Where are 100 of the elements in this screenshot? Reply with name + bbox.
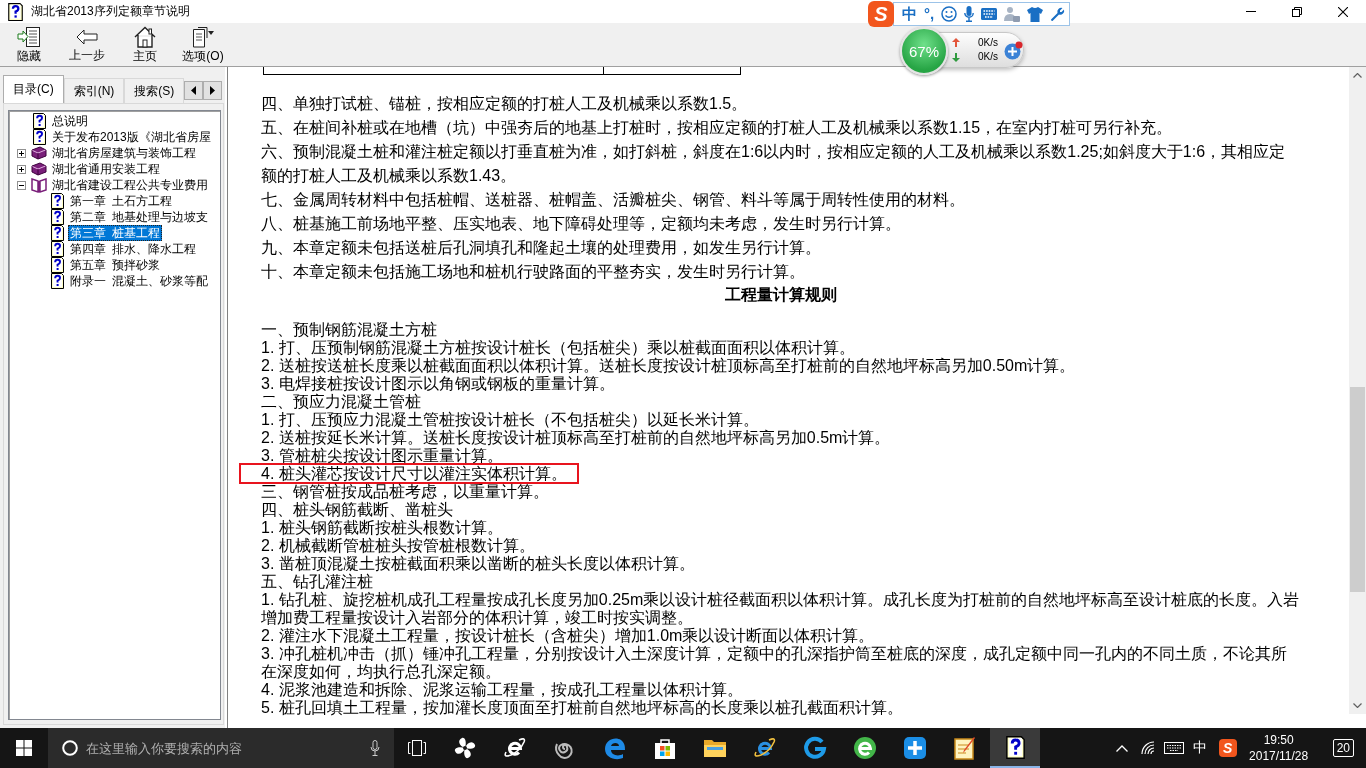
rule-line: 5. 桩孔回填土工程量，按加灌长度顶面至打桩前自然地坪标高的长度乘以桩孔截面积计算。 <box>261 699 904 717</box>
tab-scroll-left-button[interactable] <box>184 81 204 100</box>
notepad-icon <box>953 736 977 760</box>
search-field[interactable]: 在这里输入你要搜索的内容 <box>48 728 394 768</box>
open-book-icon <box>31 177 47 193</box>
tree-item[interactable]: 湖北省通用安装工程 <box>50 161 162 177</box>
chevron-up-icon <box>1353 73 1362 78</box>
tree-item[interactable]: 附录一 混凝土、砂浆等配 <box>68 273 211 289</box>
e-logo-icon <box>603 736 627 760</box>
microphone-icon[interactable] <box>964 6 975 22</box>
download-speed: 0K/s <box>978 50 998 64</box>
question-page-icon <box>50 225 64 241</box>
question-page-icon <box>50 241 64 257</box>
note-paragraph: 七、金属周转材料中包括桩帽、送桩器、桩帽盖、活瓣桩尖、钢管、料斗等属于周转性使用的材料。 <box>261 190 966 210</box>
nav-tab[interactable]: 目录(C) <box>3 75 64 103</box>
expand-toggle[interactable] <box>16 164 26 174</box>
taskbar-app-button[interactable] <box>990 728 1040 768</box>
wrench-icon[interactable] <box>1050 6 1066 22</box>
tree-item[interactable]: 湖北省房屋建筑与装饰工程 <box>50 145 198 161</box>
question-page-icon <box>50 193 64 209</box>
left-triangle-icon <box>191 86 197 95</box>
ring-icon <box>62 740 78 756</box>
rule-line: 3. 电焊接桩按设计图示以角钢或钢板的重量计算。 <box>261 375 616 393</box>
tree-item[interactable]: 第五章 预拌砂浆 <box>68 257 163 273</box>
notification-button[interactable]: 20 <box>1332 739 1354 757</box>
input-mode-button[interactable]: 中 <box>1186 739 1213 757</box>
restore-icon <box>1292 6 1302 17</box>
rule-line: 2. 灌注水下混凝土工程量，按设计桩长（含桩尖）增加1.0m乘以设计断面以体积计算。 <box>261 627 876 645</box>
clock-date[interactable]: 2017/11/28 <box>1249 748 1309 764</box>
rule-line: 3. 凿桩顶混凝土按桩截面积乘以凿断的桩头长度以体积计算。 <box>261 555 696 573</box>
smiley-icon[interactable] <box>941 6 958 22</box>
tree-item[interactable]: 第二章 地基处理与边坡支 <box>68 209 211 225</box>
shirt-icon[interactable] <box>1027 6 1044 22</box>
note-paragraph: 八、桩基施工前场地平整、压实地表、地下障碍处理等，定额均未考虑，发生时另行计算。 <box>261 214 902 234</box>
note-paragraph: 六、预制混凝土桩和灌注桩定额以打垂直桩为准，如打斜桩，斜度在1:6以内时，按相应定额的人工及机械乘以系数1.25;如斜度大于1:6，其相应定额的打桩人工及机械乘以系数1.43。 <box>261 142 1287 186</box>
clock-time[interactable]: 19:50 <box>1263 732 1294 748</box>
book-icon <box>31 146 47 160</box>
wifi-icon <box>1139 741 1156 755</box>
left-arrow-icon <box>76 28 98 45</box>
tab-scroll-right-button[interactable] <box>203 81 223 100</box>
home-button[interactable]: 主页 <box>116 23 174 63</box>
pinwheel-icon <box>453 736 477 760</box>
shopping-bag-icon <box>653 736 677 760</box>
question-page-icon <box>50 257 64 273</box>
nav-tab[interactable]: 索引(N) <box>63 78 125 103</box>
punctuation-button[interactable]: °, <box>924 5 935 23</box>
panel-arrow-icon <box>17 26 41 48</box>
input-mode-button[interactable]: 中 <box>902 5 917 23</box>
note-paragraph: 四、单独打试桩、锚桩，按相应定额的打桩人工及机械乘以系数1.5。 <box>261 94 749 114</box>
upload-speed: 0K/s <box>978 36 998 50</box>
chevron-down-icon <box>1353 703 1362 708</box>
question-page-icon <box>32 113 46 129</box>
nav-tab[interactable]: 搜索(S) <box>124 78 185 103</box>
up-arrow-icon <box>952 38 960 47</box>
rule-line: 2. 送桩按送桩长度乘以桩截面面积以体积计算。送桩长度按设计桩顶标高至打桩前的自然地坪标高另加0.50m计算。 <box>261 357 1077 375</box>
rule-line: 2. 送桩按延长米计算。送桩长度按设计桩顶标高至打桩前的自然地坪标高另加0.5m计算。 <box>261 429 892 447</box>
tree-item[interactable]: 湖北省建设工程公共专业费用 <box>50 177 210 193</box>
note-paragraph: 五、在桩间补桩或在地槽（坑）中强夯后的地基上打桩时，按相应定额的打桩人工及机械乘以系数1.15，在室内打桩可另行补充。 <box>261 118 1174 138</box>
tree-item[interactable]: 第一章 土石方工程 <box>68 193 175 209</box>
e-logo-icon <box>503 736 527 760</box>
collapse-toggle[interactable] <box>16 180 26 190</box>
task-view-icon <box>408 740 426 756</box>
rule-line: 3. 管桩桩尖按设计图示重量计算。 <box>261 447 504 465</box>
book-icon <box>31 162 47 176</box>
microphone-icon[interactable] <box>370 740 380 756</box>
tree-item[interactable]: 总说明 <box>50 113 90 129</box>
e-logo-icon <box>753 736 777 760</box>
rule-line: 1. 打、压预制钢筋混凝土方桩按设计桩长（包括桩尖）乘以桩截面面积以体积计算。 <box>261 339 856 357</box>
rule-line: 二、预应力混凝土管桩 <box>261 393 422 411</box>
question-page-icon <box>50 209 64 225</box>
tree-item[interactable]: 关于发布2013版《湖北省房屋 <box>50 129 213 145</box>
back-button[interactable]: 上一步 <box>58 23 116 63</box>
note-paragraph: 十、本章定额未包括施工场地和桩机行驶路面的平整夯实，发生时另行计算。 <box>261 262 806 282</box>
g-logo-icon <box>803 736 827 760</box>
rule-line: 五、钻孔灌注桩 <box>261 573 374 591</box>
question-page-icon <box>1005 735 1025 759</box>
keyboard-icon[interactable] <box>981 8 998 20</box>
question-page-icon <box>32 129 46 145</box>
question-page-icon <box>50 273 64 289</box>
plus-square-icon <box>903 736 927 760</box>
rule-line: 3. 冲孔桩机冲击（抓）锤冲孔工程量，分别按设计入土深度计算，定额中的孔深指护筒至桩底的深度，成孔定额中同一孔内的不同土质，不论其所在深度如何，均执行总孔深定额。 <box>261 645 1288 681</box>
rule-line: 1. 桩头钢筋截断按桩头根数计算。 <box>261 519 504 537</box>
window-title: 湖北省2013序列定额章节说明 <box>31 3 190 20</box>
note-paragraph: 九、本章定额未包括送桩后孔洞填孔和隆起土壤的处理费用，如发生另行计算。 <box>261 238 822 258</box>
expand-toggle[interactable] <box>16 148 26 158</box>
chevron-up-icon <box>1115 744 1128 752</box>
rule-line: 1. 钻孔桩、旋挖桩机成孔工程量按成孔长度另加0.25m乘以设计桩径截面积以体积计算。成孔长度为打桩前的自然地坪标高至设计桩底的长度。入岩增加费工程量按设计入岩部分的体积计算，竣工时按实调整。 <box>261 591 1301 627</box>
right-triangle-icon <box>210 86 216 95</box>
rule-line: 四、桩头钢筋截断、凿桩头 <box>261 501 454 519</box>
hide-button[interactable]: 隐藏 <box>0 23 58 63</box>
rule-line: 4. 泥浆池建造和拆除、泥浆运输工程量，按成孔工程量以体积计算。 <box>261 681 744 699</box>
minimize-icon <box>1246 11 1256 12</box>
rule-line: 1. 打、压预应力混凝土管桩按设计桩长（不包括桩尖）以延长米计算。 <box>261 411 760 429</box>
options-button[interactable]: 选项(O) <box>174 23 232 63</box>
tree-item[interactable]: 第四章 排水、降水工程 <box>68 241 199 257</box>
home-icon <box>134 26 156 48</box>
plus-circle-icon[interactable] <box>1004 40 1023 60</box>
scrollbar-thumb[interactable] <box>1350 387 1365 592</box>
user-icon[interactable] <box>1004 6 1021 22</box>
tree-item[interactable]: 第三章 桩基工程 <box>68 225 163 241</box>
